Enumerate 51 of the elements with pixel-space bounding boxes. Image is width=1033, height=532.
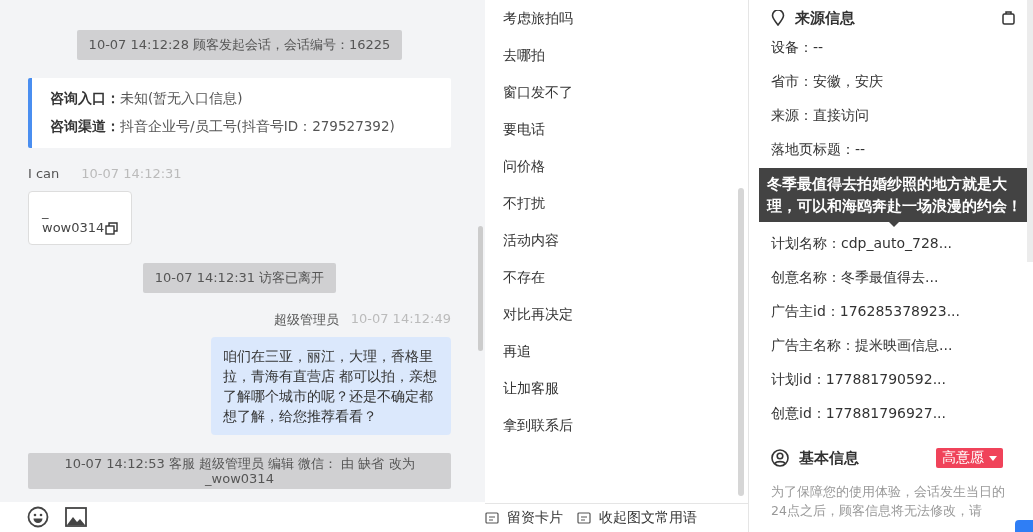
info-field: 广告主id：176285378923... <box>771 294 1015 328</box>
quick-reply-item[interactable]: 不存在 <box>503 259 730 296</box>
quick-reply-item[interactable]: 考虑旅拍吗 <box>503 0 730 37</box>
footer-button[interactable]: 收起图文常用语 <box>577 509 697 527</box>
system-message: 10-07 14:12:53 客服 超级管理员 编辑 微信： 由 缺省 改为 _wow0314 <box>28 453 451 489</box>
note-icon <box>485 512 499 524</box>
section-title: 来源信息 <box>795 8 855 28</box>
quick-reply-item[interactable]: 让加客服 <box>503 370 730 407</box>
sender-name: I can <box>28 166 60 181</box>
location-pin-icon <box>771 10 785 26</box>
message-time: 10-07 14:12:31 <box>81 166 182 181</box>
info-field: 计划名称：cdp_auto_728... <box>771 226 1015 260</box>
message-bubble: 咱们在三亚，丽江，大理，香格里拉，青海有直营店 都可以拍，亲想了解哪个城市的呢？还是不确定都想了解，给您推荐看看？ <box>211 337 451 435</box>
quick-reply-item[interactable]: 活动内容 <box>503 222 730 259</box>
notice-text: 为了保障您的使用体验，会话发生当日的24点之后，顾客信息将无法修改，请 <box>771 483 1006 520</box>
quick-reply-item[interactable]: 对比再决定 <box>503 296 730 333</box>
info-field: 创意名称：冬季最值得去... <box>771 260 1015 294</box>
section-title: 基本信息 <box>799 448 859 468</box>
quick-reply-item[interactable]: 要电话 <box>503 111 730 148</box>
info-line: 咨询渠道：抖音企业号/员工号(抖音号ID：279527392) <box>50 118 396 136</box>
info-field: 省市：安徽，安庆 <box>771 64 1015 98</box>
quick-reply-item[interactable]: 不打扰 <box>503 185 730 222</box>
tooltip-arrow <box>889 222 899 227</box>
quick-reply-item[interactable]: 再追 <box>503 333 730 370</box>
footer-button[interactable]: 留资卡片 <box>485 509 563 527</box>
sender-name: 超级管理员 <box>273 311 339 329</box>
caret-icon <box>989 455 997 461</box>
quick-reply-item[interactable]: 问价格 <box>503 148 730 185</box>
info-field: 落地页标题：-- <box>771 132 1015 166</box>
card-text: wow0314 <box>42 220 105 236</box>
card-text: _ <box>42 204 50 220</box>
emoji-icon[interactable] <box>27 506 49 528</box>
note-icon <box>577 512 591 524</box>
info-field: 来源：直接访问 <box>771 98 1015 132</box>
system-message: 10-07 14:12:28 顾客发起会话，会话编号：16225 <box>76 30 403 60</box>
scrollbar[interactable] <box>478 226 483 351</box>
image-icon[interactable] <box>65 507 87 527</box>
scrollbar[interactable] <box>738 188 744 496</box>
info-field: 计划id：177881790592... <box>771 362 1015 396</box>
message-time: 10-07 14:12:49 <box>350 311 451 328</box>
scrollbar[interactable] <box>1027 0 1033 262</box>
info-field: 设备：-- <box>771 30 1015 64</box>
quick-reply-item[interactable]: 去哪拍 <box>503 37 730 74</box>
info-field: 广告主名称：提米映画信息... <box>771 328 1015 362</box>
info-field: 创意id：177881796927... <box>771 396 1015 430</box>
user-icon <box>771 449 789 467</box>
system-message: 10-07 14:12:31 访客已离开 <box>142 263 337 293</box>
quick-reply-item[interactable]: 窗口发不了 <box>503 74 730 111</box>
info-line: 咨询入口：未知(暂无入口信息) <box>50 90 244 108</box>
quick-reply-item[interactable]: 拿到联系后 <box>503 407 730 444</box>
intent-dropdown[interactable]: 高意愿 <box>936 448 1003 468</box>
